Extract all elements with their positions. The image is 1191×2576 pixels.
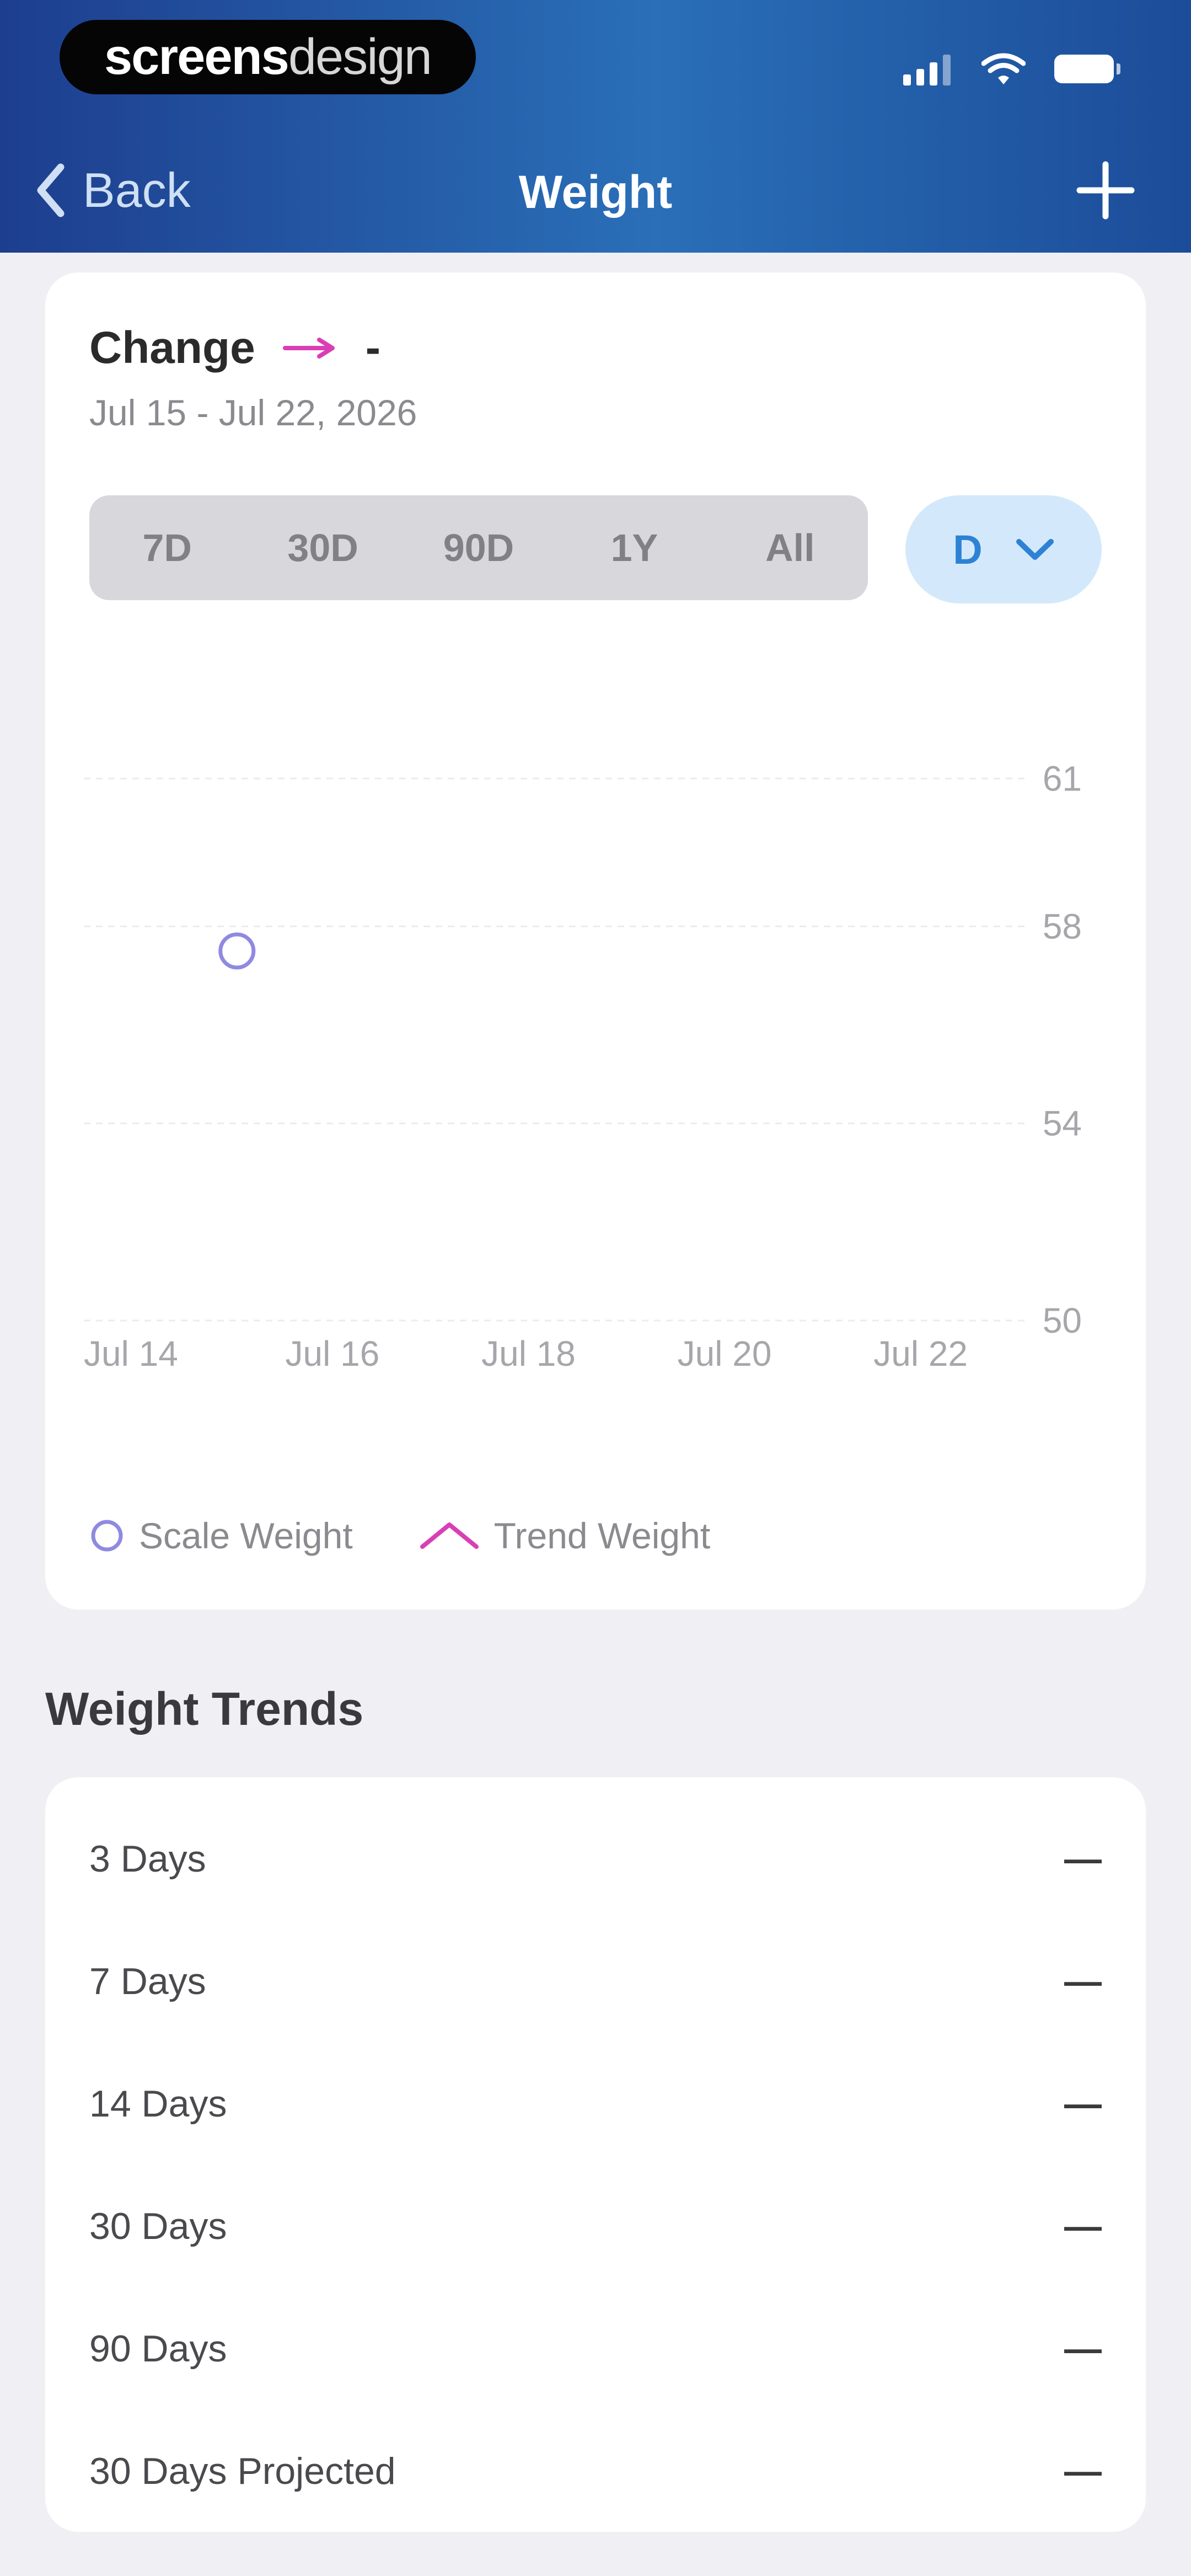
x-tick-label: Jul 22: [873, 1334, 968, 1373]
trend-row-90-days[interactable]: 90 Days —: [89, 2316, 1102, 2382]
granularity-value: D: [953, 526, 983, 573]
trend-value: —: [1064, 1960, 1102, 2002]
trend-label: 90 Days: [89, 2328, 227, 2370]
trend-value: —: [1064, 2328, 1102, 2370]
y-tick-label: 61: [1043, 758, 1082, 798]
status-icons: [903, 50, 1120, 88]
add-entry-button[interactable]: [1075, 160, 1136, 221]
change-title: Change: [89, 323, 255, 373]
trend-label: 3 Days: [89, 1838, 206, 1880]
legend-scale-weight-label: Scale Weight: [139, 1515, 353, 1556]
nav-header: screensdesign Back Weight: [0, 0, 1191, 253]
trend-row-30-days[interactable]: 30 Days —: [89, 2193, 1102, 2259]
x-tick-label: Jul 18: [481, 1334, 576, 1373]
x-tick-label: Jul 16: [286, 1334, 380, 1373]
scale-weight-marker-icon: [91, 1520, 123, 1552]
weight-chart-card: Change - Jul 15 - Jul 22, 2026 7D 30D 90…: [45, 272, 1146, 1610]
trend-row-3-days[interactable]: 3 Days —: [89, 1826, 1102, 1892]
brand-light-text: design: [288, 29, 432, 85]
brand-badge: screensdesign: [60, 20, 476, 94]
chart-legend: Scale Weight Trend Weight: [89, 1515, 760, 1557]
wifi-icon: [981, 53, 1026, 84]
trend-value: —: [1064, 2083, 1102, 2125]
granularity-dropdown[interactable]: D: [905, 495, 1102, 603]
weight-trends-heading: Weight Trends: [45, 1683, 364, 1735]
trend-value: —: [1064, 2205, 1102, 2247]
trend-label: 30 Days Projected: [89, 2450, 396, 2492]
y-tick-label: 50: [1043, 1301, 1082, 1340]
legend-trend-weight-label: Trend Weight: [493, 1515, 711, 1556]
y-tick-label: 58: [1043, 906, 1082, 946]
x-tick-label: Jul 20: [678, 1334, 772, 1373]
x-tick-label: Jul 14: [84, 1334, 178, 1373]
range-selector: 7D 30D 90D 1Y All: [89, 495, 868, 600]
page-title: Weight: [518, 166, 673, 218]
chevron-down-icon: [1016, 539, 1054, 560]
trend-row-14-days[interactable]: 14 Days —: [89, 2071, 1102, 2137]
legend-trend-weight: Trend Weight: [419, 1515, 711, 1557]
change-header: Change -: [89, 322, 380, 374]
range-tab-all[interactable]: All: [712, 495, 868, 600]
range-tab-90d[interactable]: 90D: [401, 495, 556, 600]
scale-weight-point[interactable]: [218, 932, 256, 970]
cellular-signal-icon: [903, 55, 951, 85]
battery-icon: [1054, 55, 1120, 83]
trend-value: —: [1064, 2450, 1102, 2492]
trend-weight-line-icon: [420, 1522, 479, 1549]
weight-screen: screensdesign Back Weight Change - Jul 1…: [0, 0, 1191, 2576]
range-tab-1y[interactable]: 1Y: [556, 495, 712, 600]
range-tab-7d[interactable]: 7D: [89, 495, 245, 600]
brand-bold-text: screens: [104, 29, 289, 85]
trend-label: 7 Days: [89, 1960, 206, 2002]
arrow-right-icon: [282, 338, 335, 359]
trend-value: —: [1064, 1838, 1102, 1880]
trend-label: 30 Days: [89, 2205, 227, 2247]
change-value: -: [365, 323, 381, 373]
trend-label: 14 Days: [89, 2083, 227, 2125]
range-tab-30d[interactable]: 30D: [245, 495, 400, 600]
date-range: Jul 15 - Jul 22, 2026: [89, 392, 417, 433]
trend-row-30-days-projected[interactable]: 30 Days Projected —: [89, 2438, 1102, 2504]
legend-scale-weight: Scale Weight: [89, 1515, 353, 1557]
trend-row-7-days[interactable]: 7 Days —: [89, 1948, 1102, 2014]
weight-chart: 6561585450Jul 14Jul 16Jul 18Jul 20Jul 22: [84, 758, 1082, 1373]
weight-trends-card: 3 Days — 7 Days — 14 Days — 30 Days — 90…: [45, 1777, 1146, 2532]
y-tick-label: 54: [1043, 1104, 1082, 1143]
